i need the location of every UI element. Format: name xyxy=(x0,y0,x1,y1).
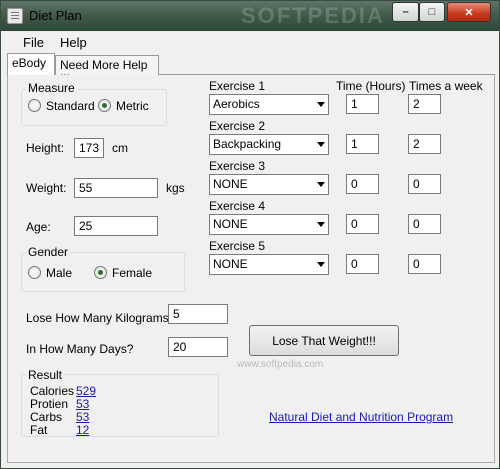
exercise-5-value: NONE xyxy=(213,257,248,271)
exercise-4-time[interactable]: 0 xyxy=(346,214,379,234)
exercise-2-times[interactable]: 2 xyxy=(408,134,441,154)
lose-kg-label: Lose How Many Kilograms? xyxy=(26,311,176,325)
measure-title: Measure xyxy=(26,81,77,95)
result-carbs-value[interactable]: 53 xyxy=(76,410,89,424)
height-label: Height: xyxy=(26,141,65,155)
height-input[interactable]: 173 xyxy=(74,138,104,158)
exercise-4-times[interactable]: 0 xyxy=(408,214,441,234)
exercise-3-time[interactable]: 0 xyxy=(346,174,379,194)
menu-file[interactable]: File xyxy=(23,35,44,50)
lose-kg-input[interactable]: 5 xyxy=(168,304,228,324)
gender-title: Gender xyxy=(26,245,71,259)
radio-male[interactable] xyxy=(28,266,41,279)
exercise-1-value: Aerobics xyxy=(213,97,260,111)
result-protien-value[interactable]: 53 xyxy=(76,397,89,411)
exercise-4-label: Exercise 4 xyxy=(209,199,266,213)
exercise-3-value: NONE xyxy=(213,177,248,191)
exercise-1-label: Exercise 1 xyxy=(209,79,266,93)
ebody-panel: Measure Standard Metric Height: 173 cm W… xyxy=(7,75,495,463)
window-title: Diet Plan xyxy=(29,8,82,23)
result-calories-label: Calories xyxy=(30,384,75,398)
radio-female-label: Female xyxy=(112,266,153,280)
result-fat-label: Fat xyxy=(30,423,48,437)
exercise-2-time[interactable]: 1 xyxy=(346,134,379,154)
exercise-1-select[interactable]: Aerobics xyxy=(209,94,329,115)
exercise-1-time[interactable]: 1 xyxy=(346,94,379,114)
exercise-5-times[interactable]: 0 xyxy=(408,254,441,274)
radio-standard[interactable] xyxy=(28,99,41,112)
menu-bar: File Help xyxy=(1,31,499,53)
result-fat-value[interactable]: 12 xyxy=(76,423,89,437)
exercise-4-select[interactable]: NONE xyxy=(209,214,329,235)
chevron-down-icon xyxy=(317,142,325,147)
exercise-4-value: NONE xyxy=(213,217,248,231)
chevron-down-icon xyxy=(317,102,325,107)
result-title: Result xyxy=(26,368,65,382)
menu-help[interactable]: Help xyxy=(60,35,87,50)
radio-metric[interactable] xyxy=(98,99,111,112)
exercise-1-times[interactable]: 2 xyxy=(408,94,441,114)
tab-need-more-help[interactable]: Need More Help !!! xyxy=(55,55,159,86)
app-window: Diet Plan SOFTPEDIA – □ ✕ File Help eBod… xyxy=(0,0,500,469)
age-input[interactable]: 25 xyxy=(74,216,158,236)
time-hours-header: Time (Hours) xyxy=(336,79,406,93)
exercise-3-times[interactable]: 0 xyxy=(408,174,441,194)
softpedia-watermark: www.softpedia.com xyxy=(237,359,324,370)
age-label: Age: xyxy=(26,220,51,234)
title-bar[interactable]: Diet Plan SOFTPEDIA – □ ✕ xyxy=(1,1,499,31)
radio-metric-label: Metric xyxy=(116,99,149,113)
radio-female[interactable] xyxy=(94,266,107,279)
app-icon xyxy=(7,8,23,24)
days-label: In How Many Days? xyxy=(26,342,134,356)
exercise-2-value: Backpacking xyxy=(213,137,282,151)
minimize-icon: – xyxy=(402,6,409,18)
close-icon: ✕ xyxy=(464,6,474,19)
result-carbs-label: Carbs xyxy=(30,410,63,424)
exercise-5-label: Exercise 5 xyxy=(209,239,266,253)
close-button[interactable]: ✕ xyxy=(447,2,491,22)
result-calories-value[interactable]: 529 xyxy=(76,384,96,398)
lose-weight-button[interactable]: Lose That Weight!!! xyxy=(249,325,399,356)
weight-input[interactable]: 55 xyxy=(74,178,158,198)
exercise-5-time[interactable]: 0 xyxy=(346,254,379,274)
chevron-down-icon xyxy=(317,222,325,227)
exercise-5-select[interactable]: NONE xyxy=(209,254,329,275)
maximize-button[interactable]: □ xyxy=(419,2,445,22)
minimize-button[interactable]: – xyxy=(392,2,419,22)
chevron-down-icon xyxy=(317,182,325,187)
days-input[interactable]: 20 xyxy=(168,337,228,357)
nutrition-program-link[interactable]: Natural Diet and Nutrition Program xyxy=(269,410,453,424)
maximize-icon: □ xyxy=(428,6,436,18)
radio-standard-label: Standard xyxy=(46,99,95,113)
height-unit: cm xyxy=(112,141,128,155)
tab-strip: eBody Need More Help !!! xyxy=(7,53,495,86)
times-week-header: Times a week xyxy=(409,79,483,93)
weight-label: Weight: xyxy=(26,181,67,195)
chevron-down-icon xyxy=(317,262,325,267)
watermark: SOFTPEDIA xyxy=(241,3,385,28)
result-protien-label: Protien xyxy=(30,397,69,411)
exercise-3-select[interactable]: NONE xyxy=(209,174,329,195)
weight-unit: kgs xyxy=(166,181,185,195)
exercise-2-select[interactable]: Backpacking xyxy=(209,134,329,155)
exercise-3-label: Exercise 3 xyxy=(209,159,266,173)
exercise-2-label: Exercise 2 xyxy=(209,119,266,133)
tab-ebody[interactable]: eBody xyxy=(7,53,55,75)
radio-male-label: Male xyxy=(46,266,73,280)
